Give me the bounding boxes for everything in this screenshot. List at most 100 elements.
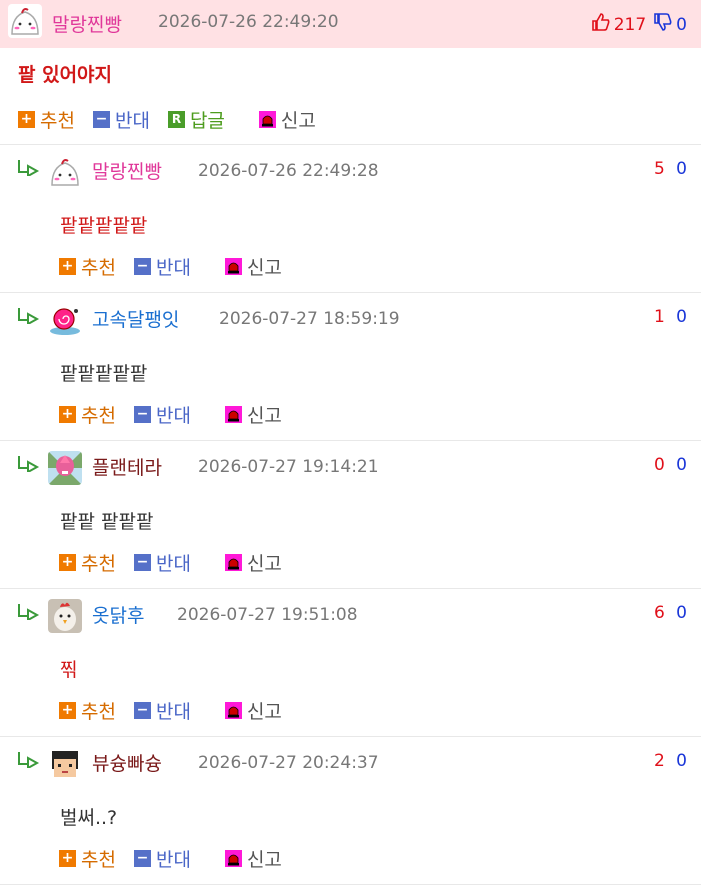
siren-icon (224, 406, 242, 423)
avatar-pixel-face[interactable] (48, 747, 82, 781)
comment-author[interactable]: 옷닭후 (92, 601, 144, 628)
comment-votes: 0 0 (654, 455, 687, 475)
comment-item: 플랜테라 2026-07-27 19:14:21 0 0 팥팥 팥팥팥 + 추천 … (0, 440, 701, 589)
minus-icon: − (133, 554, 151, 571)
plus-icon: + (59, 258, 76, 275)
comment-item: 고속달팽잇 2026-07-27 18:59:19 1 0 팥팥팥팥팥 + 추천 … (0, 292, 701, 441)
oppose-label: 반대 (155, 257, 191, 279)
post-votes: 217 0 (591, 12, 687, 37)
avatar-mochi[interactable] (48, 155, 82, 189)
plus-icon: + (59, 406, 76, 423)
post-author[interactable]: 말랑찐빵 (52, 10, 122, 37)
plus-icon: + (18, 111, 35, 128)
recommend-label: 추천 (81, 553, 116, 575)
oppose-button[interactable]: − 반대 (133, 549, 191, 576)
comment-up-count[interactable]: 2 (654, 751, 665, 771)
reply-arrow-icon (16, 306, 40, 328)
oppose-label: 반대 (155, 849, 191, 871)
report-button[interactable]: 신고 (224, 845, 282, 872)
comment-author[interactable]: 고속달팽잇 (92, 305, 179, 332)
comment-body: 찎 (60, 659, 78, 681)
siren-icon (224, 554, 242, 571)
report-button[interactable]: 신고 (224, 253, 282, 280)
thumbs-down-icon[interactable] (653, 12, 673, 37)
reply-arrow-icon (16, 454, 40, 476)
oppose-button[interactable]: − 반대 (133, 697, 191, 724)
comment-votes: 6 0 (654, 603, 687, 623)
post-actions: + 추천 − 반대 R 답글 신고 (18, 106, 334, 133)
reply-label: 답글 (189, 110, 225, 132)
comment-item: 옷닭후 2026-07-27 19:51:08 6 0 찎 + 추천 − 반대 신고 (0, 588, 701, 737)
oppose-label: 반대 (155, 553, 191, 575)
post-header: 말랑찐빵 2026-07-26 22:49:20 217 0 (0, 0, 701, 48)
post-down-count: 0 (676, 14, 687, 35)
recommend-button[interactable]: + 추천 (59, 253, 116, 280)
reply-icon: R (167, 111, 185, 128)
plus-icon: + (59, 850, 76, 867)
recommend-button[interactable]: + 추천 (59, 845, 116, 872)
comment-item: 말랑찐빵 2026-07-26 22:49:28 5 0 팥팥팥팥팥 + 추천 −… (0, 144, 701, 293)
comment-up-count[interactable]: 5 (654, 159, 665, 179)
comment-author[interactable]: 플랜테라 (92, 453, 162, 480)
oppose-label: 반대 (114, 110, 150, 132)
comment-body: 벌써..? (60, 807, 118, 829)
recommend-button[interactable]: + 추천 (59, 549, 116, 576)
comment-down-count[interactable]: 0 (676, 307, 687, 327)
oppose-button[interactable]: − 반대 (133, 845, 191, 872)
comment-up-count[interactable]: 1 (654, 307, 665, 327)
comment-author[interactable]: 뷰슝빠슝 (92, 749, 162, 776)
comment-actions: + 추천 − 반대 신고 (59, 253, 300, 280)
post-body: 팥 있어야지 (18, 64, 113, 86)
thumbs-up-icon[interactable] (591, 12, 611, 37)
minus-icon: − (133, 406, 151, 423)
report-button[interactable]: 신고 (258, 106, 316, 133)
report-button[interactable]: 신고 (224, 697, 282, 724)
recommend-label: 추천 (40, 110, 75, 132)
report-label: 신고 (280, 110, 316, 132)
report-label: 신고 (246, 701, 282, 723)
comment-down-count[interactable]: 0 (676, 455, 687, 475)
reply-button[interactable]: R 답글 (167, 106, 225, 133)
recommend-button[interactable]: + 추천 (18, 106, 75, 133)
post-timestamp: 2026-07-26 22:49:20 (158, 12, 339, 32)
avatar-snail[interactable] (48, 303, 82, 337)
recommend-button[interactable]: + 추천 (59, 401, 116, 428)
comment-down-count[interactable]: 0 (676, 159, 687, 179)
comment-item: 뷰슝빠슝 2026-07-27 20:24:37 2 0 벌써..? + 추천 −… (0, 736, 701, 885)
avatar-mochi[interactable] (8, 4, 42, 38)
comment-down-count[interactable]: 0 (676, 751, 687, 771)
comment-votes: 5 0 (654, 159, 687, 179)
report-label: 신고 (246, 553, 282, 575)
comment-author[interactable]: 말랑찐빵 (92, 157, 162, 184)
comment-timestamp: 2026-07-27 18:59:19 (219, 309, 400, 329)
minus-icon: − (133, 258, 151, 275)
oppose-button[interactable]: − 반대 (133, 253, 191, 280)
report-button[interactable]: 신고 (224, 549, 282, 576)
minus-icon: − (92, 111, 110, 128)
recommend-label: 추천 (81, 849, 116, 871)
report-label: 신고 (246, 257, 282, 279)
recommend-button[interactable]: + 추천 (59, 697, 116, 724)
oppose-label: 반대 (155, 701, 191, 723)
reply-arrow-icon (16, 158, 40, 180)
minus-icon: − (133, 850, 151, 867)
avatar-chicken[interactable] (48, 599, 82, 633)
comment-actions: + 추천 − 반대 신고 (59, 845, 300, 872)
divider (0, 884, 701, 885)
comment-up-count[interactable]: 0 (654, 455, 665, 475)
comment-up-count[interactable]: 6 (654, 603, 665, 623)
comment-actions: + 추천 − 반대 신고 (59, 697, 300, 724)
plus-icon: + (59, 702, 76, 719)
report-label: 신고 (246, 405, 282, 427)
oppose-button[interactable]: − 반대 (92, 106, 150, 133)
recommend-label: 추천 (81, 257, 116, 279)
siren-icon (258, 111, 276, 128)
comment-timestamp: 2026-07-26 22:49:28 (198, 161, 379, 181)
report-label: 신고 (246, 849, 282, 871)
avatar-plantera[interactable] (48, 451, 82, 485)
comment-down-count[interactable]: 0 (676, 603, 687, 623)
report-button[interactable]: 신고 (224, 401, 282, 428)
oppose-button[interactable]: − 반대 (133, 401, 191, 428)
comment-timestamp: 2026-07-27 19:51:08 (177, 605, 358, 625)
comment-timestamp: 2026-07-27 20:24:37 (198, 753, 379, 773)
